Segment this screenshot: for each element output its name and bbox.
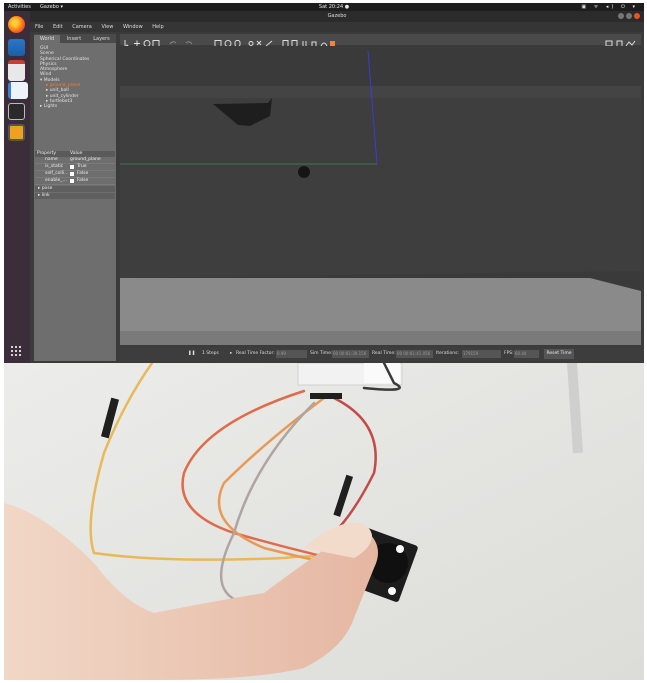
apps-grid-icon[interactable] (10, 345, 22, 357)
iterations-field: 179159 (462, 350, 501, 358)
reset-time-button[interactable]: Reset Time (544, 349, 574, 359)
dock (4, 11, 30, 363)
redo-icon[interactable] (185, 41, 193, 45)
sim-time-label: Sim Time: (310, 351, 333, 356)
joystick-photo-illustration (4, 363, 644, 680)
app-menu[interactable]: Gazebo ▾ (40, 3, 63, 11)
menu-help[interactable]: Help (152, 24, 163, 30)
property-row[interactable]: is_static True (35, 164, 115, 171)
fps-label: FPS: (504, 351, 514, 356)
upper-wall (120, 86, 641, 98)
property-table: Property Value name ground_plane is_stat… (35, 151, 115, 199)
menu-file[interactable]: File (35, 24, 43, 30)
menu-window[interactable]: Window (123, 24, 143, 30)
menu-edit[interactable]: Edit (53, 24, 63, 30)
scene-render (120, 46, 641, 345)
tab-world[interactable]: World (34, 35, 60, 43)
iterations-label: Iterations: (436, 351, 459, 356)
panel-tabs: World Insert Layers (34, 34, 116, 43)
step-arrow-icon[interactable]: ▸ (230, 347, 232, 361)
turtlebot-model[interactable] (298, 166, 310, 178)
breadboard-strip (364, 363, 400, 383)
files-icon[interactable] (8, 39, 25, 56)
sim-status-bar: ❚❚ 1 Steps ▸ Real Time Factor: 0.99 Sim … (120, 347, 641, 361)
window-title: Gazebo (327, 13, 347, 19)
property-row[interactable]: enable_... False (35, 178, 115, 185)
ground-near (120, 331, 641, 345)
group-label: link (41, 193, 50, 198)
maximize-icon[interactable] (626, 13, 632, 19)
tab-insert[interactable]: Insert (61, 35, 87, 43)
terminal-icon[interactable] (8, 103, 25, 120)
mounting-hole (388, 587, 396, 595)
gnome-top-bar: Activities Gazebo ▾ Sat 20:24 ● ▣ ᯤ ◂) ⏻… (4, 3, 644, 11)
property-row[interactable]: self_colli... False (35, 171, 115, 178)
text-editor-icon[interactable] (8, 82, 28, 99)
property-value: False (77, 178, 89, 183)
activities-button[interactable]: Activities (8, 3, 31, 11)
group-label: pose (41, 186, 53, 191)
menu-bar: File Edit Camera View Window Help (30, 22, 644, 32)
rtf-label: Real Time Factor: (236, 351, 275, 356)
minimize-icon[interactable] (618, 13, 624, 19)
property-key: enable_... (45, 178, 67, 183)
tree-item-lights[interactable]: ▸ Lights (40, 104, 89, 109)
toolbar (120, 34, 641, 49)
real-time-label: Real Time: (372, 351, 396, 356)
ground-plane (120, 278, 641, 331)
property-key: name (45, 157, 58, 162)
checkbox-checked[interactable] (70, 165, 74, 169)
desktop-screen: Activities Gazebo ▾ Sat 20:24 ● ▣ ᯤ ◂) ⏻… (4, 3, 644, 363)
sim-time-field: 00 00:01:39.156 (332, 350, 369, 358)
mounting-hole (396, 545, 404, 553)
property-key: is_static (45, 164, 64, 169)
property-value[interactable]: ground_plane (70, 157, 101, 163)
notes-icon[interactable] (8, 60, 25, 81)
close-icon[interactable] (634, 13, 640, 19)
gazebo-window: Gazebo File Edit Camera View Window Help… (30, 11, 644, 363)
window-titlebar[interactable]: Gazebo (30, 11, 644, 22)
real-time-field: 00 00:01:41.056 (396, 350, 433, 358)
tab-layers[interactable]: Layers (88, 35, 115, 43)
property-group-pose[interactable]: ▸ pose (35, 186, 115, 192)
property-row[interactable]: name ground_plane (35, 157, 115, 164)
tree-item-lights-label: Lights (43, 104, 58, 110)
scene-viewport[interactable] (120, 46, 641, 345)
pause-icon[interactable]: ❚❚ (188, 347, 196, 361)
menu-view[interactable]: View (101, 24, 113, 30)
world-tree: GUI Scene Spherical Coordinates Physics … (40, 46, 89, 110)
camera-photo (4, 363, 644, 680)
property-value: True (77, 164, 87, 169)
undo-icon[interactable] (169, 41, 177, 45)
property-value: False (77, 171, 89, 176)
property-group-link[interactable]: ▸ link (35, 193, 115, 199)
spot-light-icon[interactable] (256, 40, 262, 46)
world-panel: World Insert Layers GUI Scene Spherical … (34, 34, 116, 361)
fps-field: 60.44 (514, 350, 539, 358)
checkbox-unchecked[interactable] (70, 179, 74, 183)
wire-connector (310, 393, 342, 399)
shadow (567, 363, 583, 454)
model-label: unit_ball (49, 88, 69, 94)
point-light-icon[interactable] (248, 41, 254, 46)
model-label: unit_cylinder (49, 93, 79, 99)
checkbox-unchecked[interactable] (70, 172, 74, 176)
gazebo-icon[interactable] (8, 124, 25, 141)
clock[interactable]: Sat 20:24 ● (304, 3, 364, 11)
rtf-field: 0.99 (276, 350, 307, 358)
property-key: self_colli... (45, 171, 69, 176)
firefox-icon[interactable] (8, 16, 25, 33)
system-tray[interactable]: ▣ ᯤ ◂) ⏻ ▾ (581, 3, 638, 11)
back-wall (120, 86, 641, 278)
steps-label: 1 Steps (202, 351, 219, 356)
menu-camera[interactable]: Camera (72, 24, 92, 30)
